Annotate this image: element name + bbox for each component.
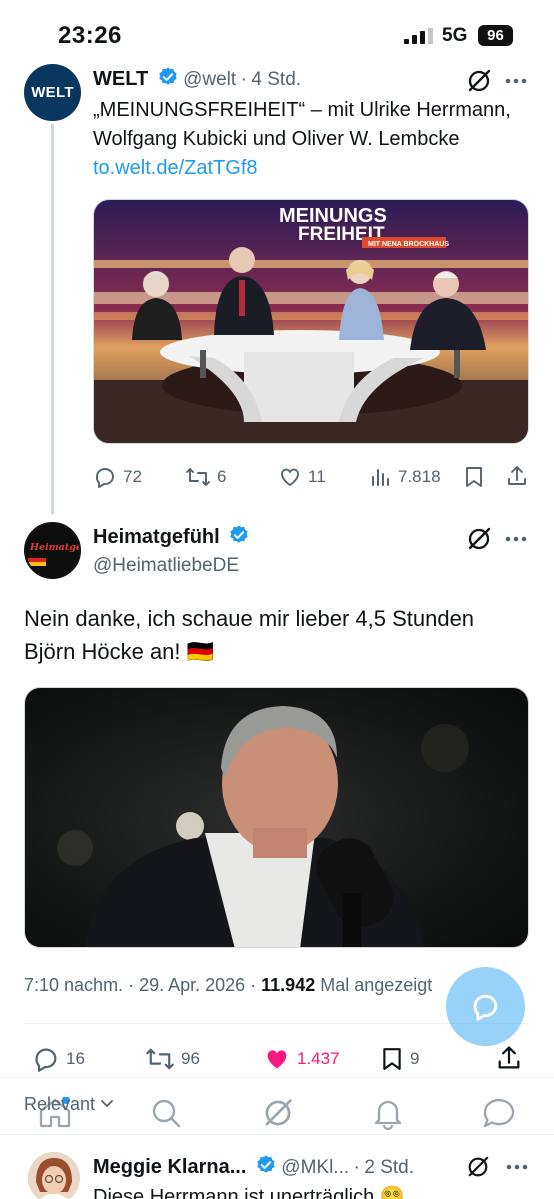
tweet-age[interactable]: 2 Std.: [364, 1157, 414, 1178]
share-icon[interactable]: [505, 464, 529, 488]
repost-icon: [145, 1045, 175, 1073]
views-label: Mal angezeigt: [320, 975, 433, 995]
repost-button[interactable]: 6: [185, 465, 226, 489]
avatar[interactable]: Heimatgefühl: [24, 522, 81, 579]
bookmark-button[interactable]: 9: [380, 1045, 419, 1073]
repost-count: 96: [181, 1049, 200, 1068]
avatar[interactable]: WELT: [24, 64, 81, 121]
more-icon[interactable]: [506, 1164, 528, 1170]
bookmark-icon: [380, 1045, 404, 1073]
repost-count: 6: [217, 467, 227, 486]
video-thumbnail[interactable]: [24, 687, 529, 948]
avatar-text: Heimatgefühl: [29, 542, 79, 553]
author-handle[interactable]: @MKl...: [281, 1157, 349, 1178]
reply-icon: [93, 465, 117, 489]
like-button[interactable]: 11: [278, 465, 326, 489]
views-button[interactable]: 7.818: [370, 465, 441, 489]
video-thumbnail[interactable]: MEINUNGS FREIHEIT MIT NENA BROCKHAUS: [93, 199, 529, 444]
media-subtitle: MIT NENA BROCKHAUS: [368, 241, 449, 248]
like-icon: [263, 1045, 291, 1073]
signal-icon: [404, 28, 434, 44]
like-icon: [278, 465, 302, 489]
reply-header: Meggie Klarna... @MKl... · 2 Std.: [93, 1154, 414, 1179]
views-icon: [370, 465, 392, 489]
tweet-text: Nein danke, ich schaue mir lieber 4,5 St…: [24, 606, 475, 664]
compose-reply-button[interactable]: [446, 967, 525, 1046]
repost-button[interactable]: 96: [145, 1045, 200, 1073]
network-type: 5G: [442, 25, 468, 46]
author-handle[interactable]: @welt: [183, 69, 236, 90]
author-name[interactable]: WELT: [93, 68, 148, 90]
battery-level: 96: [478, 25, 513, 46]
reply-button[interactable]: 16: [32, 1045, 85, 1073]
separator: ·: [353, 1157, 360, 1178]
reply-count: 16: [66, 1049, 85, 1068]
more-icon[interactable]: [505, 78, 527, 84]
verified-icon: [228, 524, 250, 546]
search-icon[interactable]: [150, 1097, 182, 1129]
author-name[interactable]: Heimatgefühl: [93, 526, 220, 548]
messages-icon[interactable]: [482, 1097, 516, 1129]
author-handle[interactable]: @HeimatliebeDE: [93, 555, 239, 577]
verified-icon: [255, 1154, 277, 1176]
verified-icon: [157, 66, 179, 88]
tweet-text: „MEINUNGSFREIHEIT“ – mit Ulrike Herrmann…: [93, 96, 523, 183]
grok-icon[interactable]: [466, 1155, 490, 1179]
reply-count: 72: [123, 467, 142, 486]
compose-reply-icon: [470, 991, 501, 1022]
tweet-body: „MEINUNGSFREIHEIT“ – mit Ulrike Herrmann…: [93, 99, 511, 150]
reply-text: Diese Herrmann ist unerträglich 😵‍💫: [93, 1186, 405, 1199]
notifications-icon[interactable]: [372, 1096, 404, 1130]
like-count: 11: [308, 467, 326, 486]
grok-icon[interactable]: [262, 1097, 294, 1129]
reply-button[interactable]: 72: [93, 465, 142, 489]
separator: ·: [123, 975, 140, 995]
tweet-meta: 7:10 nachm. · 29. Apr. 2026 · 11.942 Mal…: [24, 975, 432, 996]
views-count: 7.818: [398, 467, 441, 486]
sort-dropdown[interactable]: Relevant: [24, 1094, 114, 1115]
grok-icon[interactable]: [466, 526, 492, 552]
like-button[interactable]: 1.437: [263, 1045, 340, 1073]
author-name[interactable]: Meggie Klarna...: [93, 1156, 246, 1178]
bookmark-count: 9: [410, 1049, 420, 1068]
more-icon[interactable]: [505, 536, 527, 542]
thread-line: [51, 124, 54, 514]
views-count: 11.942: [261, 975, 316, 995]
tweet-age[interactable]: 4 Std.: [251, 69, 301, 90]
like-count: 1.437: [297, 1049, 340, 1068]
divider: [0, 1134, 554, 1135]
tweet-header: WELT @welt · 4 Std.: [93, 66, 301, 91]
repost-icon: [185, 465, 211, 489]
separator: ·: [240, 69, 247, 90]
sort-label: Relevant: [24, 1094, 96, 1114]
tweet-time[interactable]: 7:10 nachm.: [24, 975, 123, 995]
status-time: 23:26: [58, 22, 122, 49]
avatar[interactable]: [28, 1152, 80, 1199]
tweet-date[interactable]: 29. Apr. 2026: [139, 975, 245, 995]
share-icon[interactable]: [495, 1044, 523, 1072]
separator: ·: [245, 975, 262, 995]
reply-icon: [32, 1045, 60, 1073]
grok-icon[interactable]: [466, 68, 492, 94]
tweet-link[interactable]: to.welt.de/ZatTGf8: [93, 157, 258, 179]
bookmark-icon[interactable]: [463, 465, 485, 489]
tweet-header: Heimatgefühl: [93, 524, 250, 549]
chevron-down-icon: [100, 1099, 114, 1109]
